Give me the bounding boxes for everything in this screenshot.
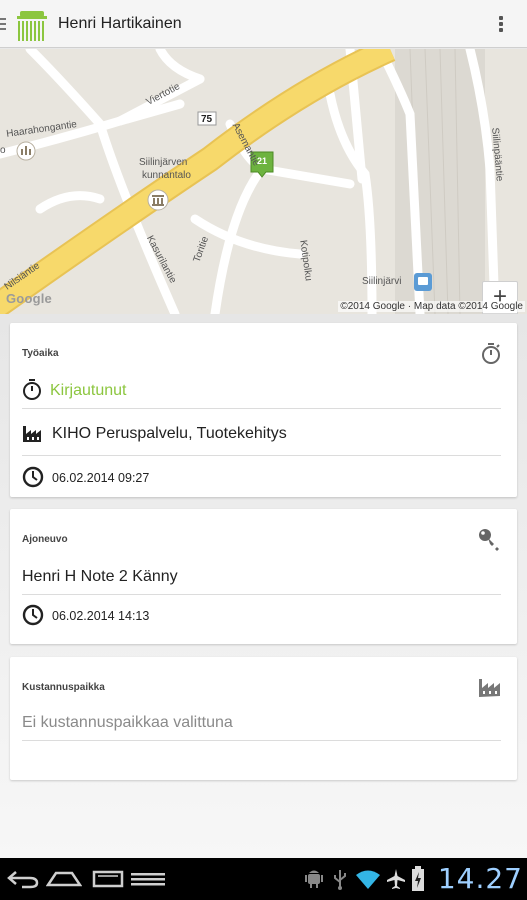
system-bar: 14.27 xyxy=(0,858,527,900)
vehicle-time: 06.02.2014 14:13 xyxy=(52,609,150,623)
stopwatch-icon xyxy=(23,379,41,400)
content-area: Työaika Kirjautunut KIHO Peruspalvelu, T… xyxy=(0,314,527,858)
wifi-icon xyxy=(356,870,380,889)
map-label-siilinjarvi: Siilinjärvi xyxy=(362,276,402,287)
login-time: 06.02.2014 09:27 xyxy=(52,471,150,485)
android-debug-icon xyxy=(305,870,323,888)
stopwatch-icon xyxy=(482,343,500,364)
row-vehicle[interactable]: Henri H Note 2 Känny xyxy=(22,555,501,595)
map-label-partial: o xyxy=(0,145,6,156)
building-logo-icon[interactable] xyxy=(16,7,48,42)
card-header-tyoaika: Työaika xyxy=(22,348,59,359)
cost-center-text: Ei kustannuspaikkaa valittuna xyxy=(22,714,233,731)
row-workplace[interactable]: KIHO Peruspalvelu, Tuotekehitys xyxy=(22,409,501,456)
clock-icon xyxy=(22,466,44,488)
menu-icon[interactable] xyxy=(131,872,165,886)
page-title: Henri Hartikainen xyxy=(58,15,182,32)
card-tyoaika[interactable]: Työaika Kirjautunut KIHO Peruspalvelu, T… xyxy=(10,323,517,497)
card-header-kustannuspaikka: Kustannuspaikka xyxy=(22,682,105,693)
key-icon xyxy=(479,529,499,551)
factory-icon xyxy=(23,426,41,442)
map-attribution: ©2014 Google · Map data ©2014 Google xyxy=(338,301,525,312)
vehicle-text: Henri H Note 2 Känny xyxy=(22,568,178,585)
map-label-road-number: 75 xyxy=(201,114,213,125)
row-time: 06.02.2014 09:27 xyxy=(22,457,501,497)
map-label-kunnantalo-2: kunnantalo xyxy=(142,170,191,181)
home-icon[interactable] xyxy=(46,871,82,887)
card-ajoneuvo[interactable]: Ajoneuvo Henri H Note 2 Känny 06.02.2014… xyxy=(10,509,517,644)
workplace-text: KIHO Peruspalvelu, Tuotekehitys xyxy=(52,425,287,442)
row-cost-center[interactable]: Ei kustannuspaikkaa valittuna xyxy=(22,701,501,741)
factory-icon xyxy=(479,679,500,697)
action-bar: Henri Hartikainen xyxy=(0,0,527,48)
overflow-menu-icon[interactable] xyxy=(499,16,503,32)
status-clock: 14.27 xyxy=(437,862,523,895)
battery-charging-icon xyxy=(412,866,424,891)
drawer-indicator-icon[interactable] xyxy=(0,18,6,32)
airplane-icon xyxy=(387,869,405,889)
map-marker-label[interactable]: 21 xyxy=(257,156,267,166)
status-text: Kirjautunut xyxy=(50,382,127,399)
recent-apps-icon[interactable] xyxy=(92,870,126,888)
row-vehicle-time: 06.02.2014 14:13 xyxy=(22,595,501,635)
google-logo: Google xyxy=(6,291,52,306)
clock-icon xyxy=(22,604,44,626)
map-label-kunnantalo-1: Siilinjärven xyxy=(139,157,188,168)
back-icon[interactable] xyxy=(6,869,40,889)
card-header-ajoneuvo: Ajoneuvo xyxy=(22,534,68,545)
map-view[interactable]: Haarahongantie Viertotie 75 Asemantie o … xyxy=(0,49,527,314)
card-kustannuspaikka[interactable]: Kustannuspaikka Ei kustannuspaikkaa vali… xyxy=(10,657,517,780)
map-roads xyxy=(0,49,527,314)
usb-icon xyxy=(334,870,346,890)
row-status[interactable]: Kirjautunut xyxy=(22,369,501,409)
